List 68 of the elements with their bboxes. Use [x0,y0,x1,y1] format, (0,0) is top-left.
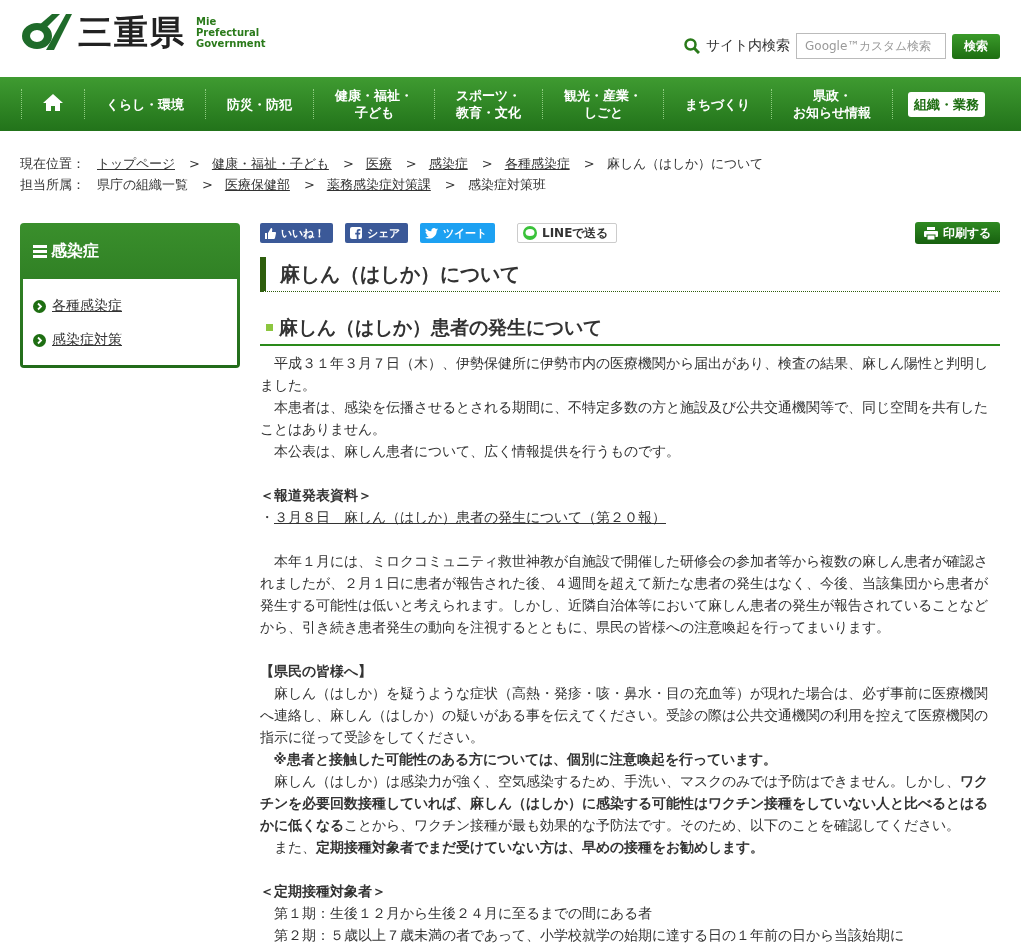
search-button[interactable]: 検索 [952,33,1000,59]
page-title: 麻しん（はしか）について [260,257,1000,292]
paragraph: 平成３１年３月７日（木）、伊勢保健所に伊勢市内の医療機関から届出があり、検査の結果、麻しん陽性と判明しました。 [260,354,989,395]
site-logo-text[interactable]: 三重県 [78,15,186,49]
chevron-circle-icon [33,333,46,347]
subheading: 【県民の皆様へ】 [260,662,373,681]
breadcrumb-separator: > [202,176,213,194]
like-button[interactable]: いいね！ [260,223,333,243]
line-share-button[interactable]: LINEで送る [517,223,618,243]
print-button[interactable]: 印刷する [915,222,1000,244]
square-bullet-icon [266,323,273,331]
paragraph: 第１期：生後１２月から生後２４月に至るまでの間にある者 [272,904,653,923]
breadcrumb-text: 麻しん（はしか）について [606,155,763,173]
section-title: 麻しん（はしか）患者の発生について [279,315,602,340]
bullet-icon: ・ [260,509,274,525]
prefecture-emblem-icon [20,12,72,52]
search-label: サイト内検索 [706,37,790,55]
breadcrumb-link[interactable]: 健康・福祉・子ども [211,153,329,174]
paragraph: また、定期接種対象者でまだ受けていない方は、早めの接種をお勧めします。 [272,838,765,857]
home-icon [43,93,63,111]
share-button[interactable]: シェア [345,223,408,243]
breadcrumb-text: 感染症対策班 [467,176,546,194]
breadcrumb-separator: > [405,155,417,173]
breadcrumb-separator: > [481,155,493,173]
facebook-icon [350,227,362,239]
breadcrumb-link[interactable]: 医療 [365,153,392,174]
breadcrumb-link[interactable]: 各種感染症 [504,153,570,174]
breadcrumb-link[interactable]: 医療保健部 [224,174,290,195]
paragraph: 本患者は、感染を伝播させるとされる期間に、不特定多数の方と施設及び公共交通機関等で、同じ空間を共有したことはありません。 [260,398,989,439]
nav-tab[interactable]: 健康・福祉・ 子ども [329,83,419,125]
logo-subtitle: Mie Prefectural Government [196,15,266,49]
breadcrumb-separator: > [583,155,595,173]
sidebar-link[interactable]: 感染症対策 [52,331,122,349]
breadcrumb-label: 担当所属： [20,176,86,194]
nav-tab[interactable]: 組織・業務 [908,91,985,117]
breadcrumb-text: 県庁の組織一覧 [97,176,188,194]
breadcrumb-link[interactable]: 感染症 [428,153,468,174]
breadcrumb-separator: > [444,176,456,194]
printer-icon [924,226,938,240]
thumbs-up-icon [265,227,276,239]
search-field[interactable]: Google™カスタム検索 [796,33,946,59]
breadcrumb-link[interactable]: 薬務感染症対策課 [326,174,431,195]
nav-tab[interactable]: 県政・ お知らせ情報 [787,83,877,125]
nav-tab[interactable]: 防災・防犯 [221,91,298,117]
nav-tab[interactable]: まちづくり [679,91,756,117]
paragraph: 本公表は、麻しん患者について、広く情報提供を行うものです。 [272,442,681,461]
paragraph: 麻しん（はしか）を疑うような症状（高熱・発疹・咳・鼻水・目の充血等）が現れた場合は、必ず事前に医療機関へ連絡し、麻しん（はしか）の疑いがある事を伝えてください。受診の際は公共交通機関の利用を控えて医療機関の指示に従って受診をしてください。 [260,684,989,747]
chevron-circle-icon [33,299,46,313]
breadcrumb-link[interactable]: トップページ [97,153,175,174]
bird-icon [425,227,438,239]
sidebar-link[interactable]: 各種感染症 [52,297,122,315]
breadcrumb-separator: > [189,155,200,173]
nav-tab[interactable]: 観光・産業・ しごと [558,83,648,125]
breadcrumb-separator: > [303,176,315,194]
paragraph: ※患者と接触した可能性のある方については、個別に注意喚起を行っています。 [272,750,778,769]
subheading: ＜定期接種対象者＞ [260,882,387,901]
press-release-link[interactable]: ３月８日 麻しん（はしか）患者の発生について（第２０報） [274,509,666,525]
paragraph: 麻しん（はしか）は感染力が強く、空気感染するため、手洗い、マスクのみでは予防はできません。しかし、ワクチンを必要回数接種していれば、麻しん（はしか）に感染する可能性はワクチン接種をしていない人と比べるとはるかに低くなることから、ワクチン接種が最も効果的な予防法です。そのため、以下のことを確認してください。 [260,772,989,835]
paragraph: 第２期：５歳以上７歳未満の者であって、小学校就学の始期に達する日の１年前の日から当該始期に [272,926,905,945]
nav-tab[interactable]: くらし・環境 [100,91,190,117]
subheading: ＜報道発表資料＞ [260,486,373,505]
menu-icon [33,244,47,258]
breadcrumb-label: 現在位置： [20,155,86,173]
search-icon [684,38,700,54]
breadcrumb-separator: > [342,155,354,173]
nav-tab[interactable]: スポーツ・ 教育・文化 [450,83,527,125]
sidebar-title: 感染症 [51,240,99,262]
paragraph: 本年１月には、ミロクコミュニティ救世神教が自施設で開催した研修会の参加者等から複数の麻しん患者が確認されましたが、２月１日に患者が報告された後、４週間を超えて新たな患者の発生はなく、今後、当該集団から患者が発生する可能性は低いと考えられます。しかし、近隣自治体等において麻しん患者の発生が報告されていることなどから、引き続き患者発生の動向を注視するとともに、県民の皆様への注意喚起を行ってまいります。 [260,552,989,637]
